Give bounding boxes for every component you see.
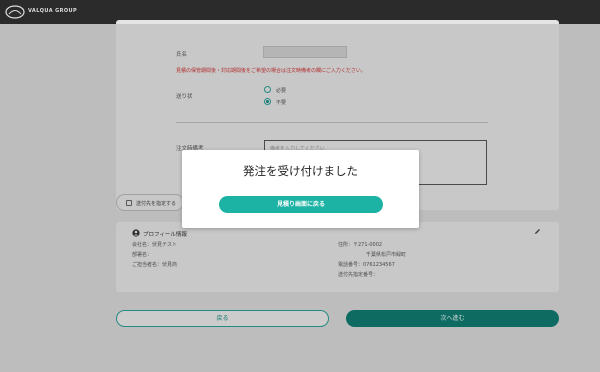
brand-name: VALQUA GROUP (28, 8, 78, 14)
modal-title: 発注を受け付けました (243, 164, 358, 178)
valqua-logo-icon (5, 5, 25, 19)
order-accepted-modal: 発注を受け付けました 見積り画面に戻る (182, 150, 419, 228)
back-to-quote-button[interactable]: 見積り画面に戻る (219, 196, 383, 213)
